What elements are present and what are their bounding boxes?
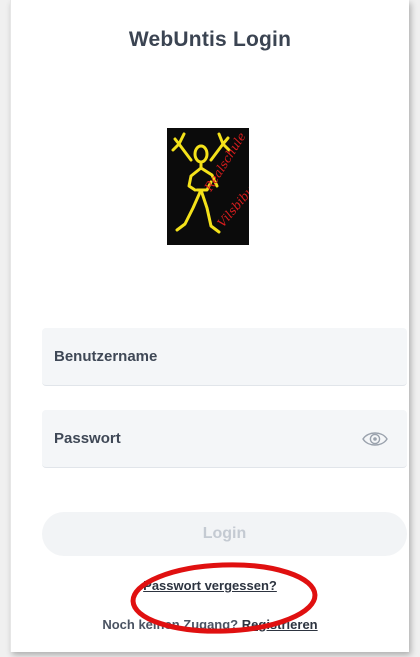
username-input[interactable]: [42, 328, 354, 385]
forgot-password-link[interactable]: Passwort vergessen?: [143, 578, 277, 593]
page-title: WebUntis Login: [128, 28, 292, 51]
show-password-eye-icon[interactable]: [362, 428, 388, 450]
register-link[interactable]: Registrieren: [242, 617, 318, 632]
password-field: [42, 410, 407, 468]
school-logo: Realschule Vilsbiburg: [167, 128, 249, 245]
login-card: WebUntis Login Realschule Vilsbiburg Ben…: [10, 0, 409, 652]
no-access-text: Noch keinen Zugang?: [102, 617, 239, 632]
username-field: [42, 328, 407, 386]
password-input[interactable]: [42, 410, 354, 467]
register-line: Noch keinen Zugang? Registrieren: [11, 617, 409, 632]
login-button[interactable]: Login: [42, 512, 407, 556]
forgot-password-container: Passwort vergessen?: [11, 578, 409, 593]
